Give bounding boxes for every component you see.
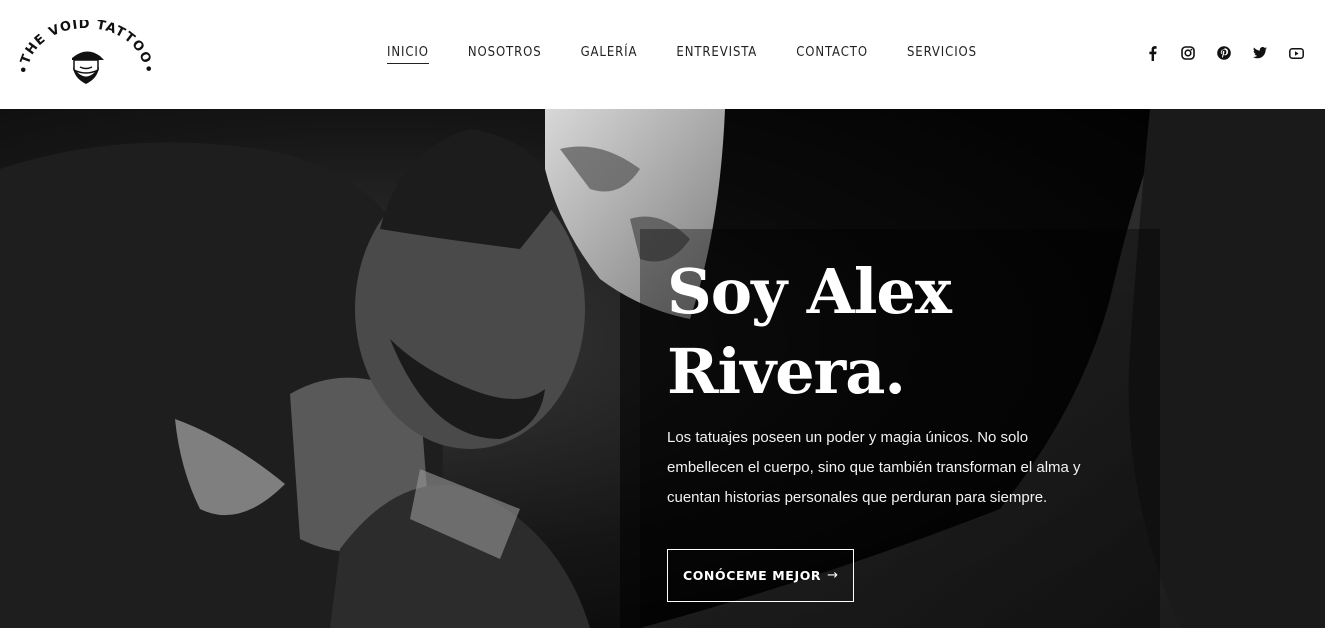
- pinterest-icon[interactable]: [1216, 45, 1232, 61]
- hero-description-line1: Los tatuajes poseen un poder y magia úni…: [667, 429, 1029, 446]
- main-nav: INICIO NOSOTROS GALERÍA ENTREVISTA CONTA…: [387, 45, 1016, 64]
- nav-item-galeria[interactable]: GALERÍA: [581, 45, 638, 64]
- nav-item-inicio[interactable]: INICIO: [387, 45, 429, 64]
- hero-section: Soy Alex Rivera. Los tatuajes poseen un …: [0, 109, 1325, 628]
- hero-description-line2: embellecen el cuerpo, sino que también t…: [667, 459, 1081, 476]
- hero-headline-line2: Rivera.: [667, 335, 906, 408]
- instagram-icon[interactable]: [1180, 45, 1196, 61]
- cta-label: CONÓCEME MEJOR: [682, 568, 822, 583]
- conoceme-mejor-button[interactable]: CONÓCEME MEJOR →: [667, 549, 854, 602]
- nav-item-entrevista[interactable]: ENTREVISTA: [676, 45, 757, 64]
- hero-description-line3: cuentan historias personales que perdura…: [667, 489, 1048, 506]
- nav-item-servicios[interactable]: SERVICIOS: [907, 45, 977, 64]
- twitter-icon[interactable]: [1252, 45, 1268, 61]
- arrow-right-icon: →: [827, 568, 839, 583]
- nav-item-contacto[interactable]: CONTACTO: [796, 45, 868, 64]
- nav-item-nosotros[interactable]: NOSOTROS: [468, 45, 542, 64]
- social-links: [1144, 45, 1304, 61]
- facebook-icon[interactable]: [1144, 45, 1160, 61]
- hero-headline-line1: Soy Alex: [667, 255, 952, 328]
- the-void-tattoo-logo[interactable]: •THE VOID TATTOO•: [18, 20, 154, 86]
- hero-headline: Soy Alex Rivera.: [667, 252, 1047, 412]
- hero-description: Los tatuajes poseen un poder y magia úni…: [667, 423, 1137, 513]
- youtube-icon[interactable]: [1288, 45, 1304, 61]
- site-header: •THE VOID TATTOO• INICIO NOSOTROS GALERÍ…: [0, 0, 1325, 109]
- hero-background-photo: [0, 109, 1325, 628]
